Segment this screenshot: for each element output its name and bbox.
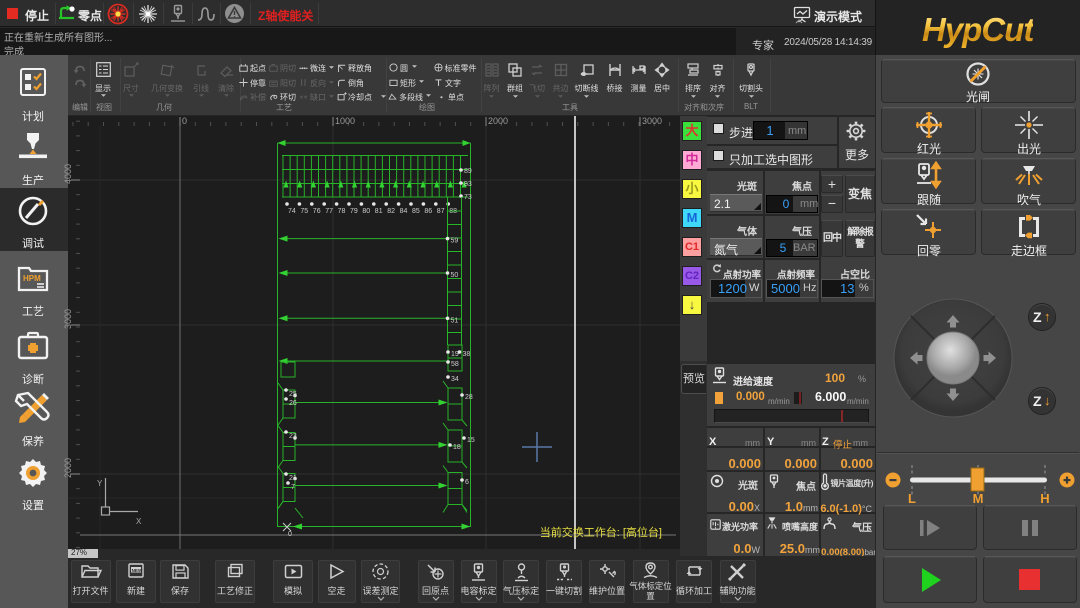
- svg-text:Y: Y: [97, 479, 103, 488]
- svg-text:51: 51: [451, 317, 459, 324]
- svg-text:4000: 4000: [63, 164, 73, 184]
- svg-text:NEW: NEW: [131, 568, 142, 573]
- svg-text:83: 83: [464, 181, 472, 188]
- svg-text:1000: 1000: [335, 116, 355, 126]
- svg-text:15: 15: [467, 437, 475, 444]
- svg-text:3000: 3000: [642, 116, 662, 126]
- svg-text:84: 84: [400, 208, 408, 215]
- svg-text:0: 0: [288, 531, 292, 538]
- svg-text:73: 73: [464, 194, 472, 201]
- svg-text:2000: 2000: [488, 116, 508, 126]
- svg-text:85: 85: [412, 208, 420, 215]
- svg-text:78: 78: [338, 208, 346, 215]
- svg-text:2000: 2000: [63, 458, 73, 478]
- svg-text:76: 76: [313, 208, 321, 215]
- svg-text:X: X: [136, 517, 142, 526]
- svg-text:75: 75: [300, 208, 308, 215]
- svg-text:6: 6: [465, 479, 469, 486]
- svg-text:50: 50: [451, 272, 459, 279]
- svg-text:79: 79: [350, 208, 358, 215]
- svg-text:58: 58: [451, 361, 459, 368]
- svg-text:23: 23: [289, 433, 297, 440]
- svg-text:82: 82: [387, 208, 395, 215]
- svg-text:0: 0: [182, 116, 187, 126]
- svg-text:74: 74: [288, 208, 296, 215]
- svg-text:21: 21: [289, 475, 297, 482]
- svg-text:38: 38: [463, 351, 471, 358]
- svg-text:28: 28: [465, 394, 473, 401]
- svg-text:25: 25: [289, 391, 297, 398]
- svg-text:80: 80: [362, 208, 370, 215]
- svg-text:59: 59: [451, 238, 459, 245]
- svg-text:87: 87: [437, 208, 445, 215]
- svg-text:77: 77: [325, 208, 333, 215]
- svg-text:81: 81: [375, 208, 383, 215]
- svg-text:18: 18: [453, 444, 461, 451]
- svg-text:3000: 3000: [63, 309, 73, 329]
- svg-text:89: 89: [464, 168, 472, 175]
- svg-text:26: 26: [289, 400, 297, 407]
- svg-text:86: 86: [424, 208, 432, 215]
- svg-text:HPM: HPM: [23, 274, 41, 283]
- svg-text:7: 7: [291, 484, 295, 491]
- svg-text:34: 34: [451, 376, 459, 383]
